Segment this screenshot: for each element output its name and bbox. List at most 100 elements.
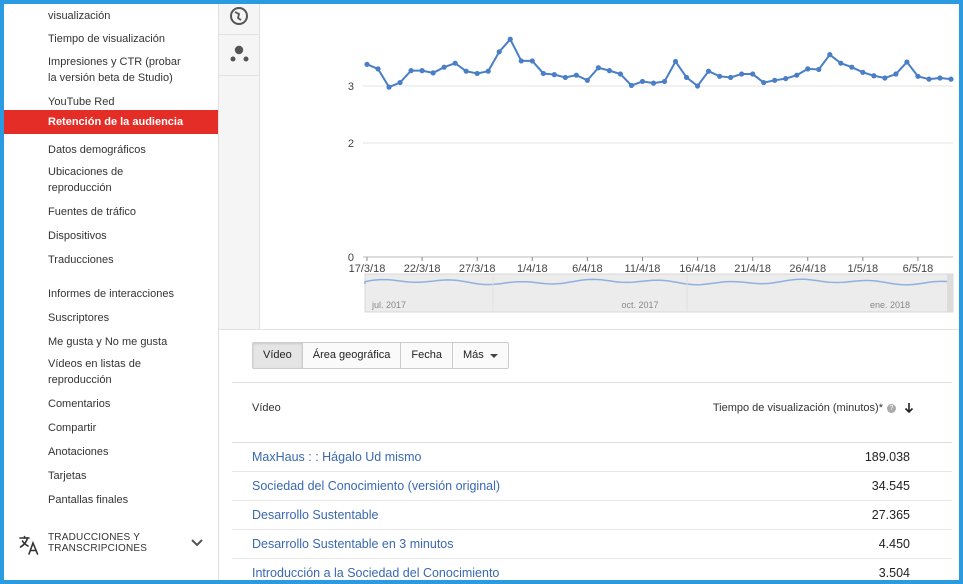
table-row: Introducción a la Sociedad del Conocimie… [232, 559, 952, 580]
data-point [617, 71, 624, 77]
column-header-watch-time[interactable]: Tiempo de visualización (minutos)* ? [713, 402, 914, 414]
sidebar-item-impressions-line2[interactable]: la versión beta de Studio) [48, 70, 198, 86]
bubble-chart-icon [230, 45, 249, 62]
sort-down-arrow-icon[interactable] [904, 402, 914, 414]
sidebar-item-sharing[interactable]: Compartir [48, 420, 198, 436]
data-point [893, 71, 899, 77]
data-point [926, 76, 932, 82]
overview-handle [947, 274, 953, 312]
data-point [661, 78, 668, 85]
sidebar-item-comments[interactable]: Comentarios [48, 396, 198, 412]
column-header-video[interactable]: Vídeo [252, 402, 281, 414]
chart-divider [219, 329, 959, 330]
data-point [904, 59, 910, 65]
translations-label-line2: TRANSCRIPCIONES [48, 543, 148, 554]
chart-tool-map[interactable] [219, 4, 259, 35]
sidebar-item-subscribers[interactable]: Suscriptores [48, 310, 198, 326]
overview-label: jul. 2017 [371, 300, 406, 310]
data-point [386, 84, 392, 90]
data-point [672, 58, 679, 65]
data-point [838, 60, 844, 66]
data-point [430, 70, 436, 76]
sidebar-item-cards[interactable]: Tarjetas [48, 468, 198, 484]
sidebar-item-devices[interactable]: Dispositivos [48, 228, 198, 244]
sidebar-item-playback-locations-line2[interactable]: reproducción [48, 180, 198, 196]
data-point [397, 79, 403, 86]
data-point [849, 64, 855, 70]
tab-date-label: Fecha [411, 349, 442, 361]
translations-section-label: TRADUCCIONES Y TRANSCRIPCIONES [48, 532, 147, 554]
table-row: MaxHaus : : Hágalo Ud mismo 189.038 [232, 443, 952, 472]
video-title-link[interactable]: MaxHaus : : Hágalo Ud mismo [252, 450, 422, 464]
video-title-link[interactable]: Desarrollo Sustentable en 3 minutos [252, 537, 454, 551]
chart-type-toolbar [219, 4, 260, 329]
data-point [705, 68, 712, 74]
video-title-link[interactable]: Introducción a la Sociedad del Conocimie… [252, 566, 499, 580]
video-title-link[interactable]: Desarrollo Sustentable [252, 508, 378, 522]
data-point [606, 68, 613, 74]
sidebar-item-playlists-line2[interactable]: reproducción [48, 372, 198, 388]
data-point [860, 69, 866, 75]
sidebar-item-watch-time[interactable]: Tiempo de visualización [48, 31, 198, 47]
data-point [948, 76, 954, 82]
watch-time-value: 27.365 [871, 508, 910, 522]
data-point [761, 79, 767, 86]
translate-icon [19, 535, 39, 555]
table-top-divider [232, 382, 952, 383]
watch-time-value: 3.504 [878, 566, 910, 580]
sidebar-item-youtube-red[interactable]: YouTube Red [48, 94, 198, 110]
app-frame: visualización Tiempo de visualización Im… [0, 0, 963, 584]
data-point [805, 66, 811, 72]
video-title-link[interactable]: Sociedad del Conocimiento (versión origi… [252, 479, 500, 493]
table-row: Sociedad del Conocimiento (versión origi… [232, 472, 952, 501]
data-point [463, 68, 469, 74]
data-point [915, 73, 921, 79]
data-point [794, 72, 800, 78]
sidebar-item-traffic-sources[interactable]: Fuentes de tráfico [48, 204, 198, 220]
data-point [496, 49, 502, 55]
data-point [474, 70, 480, 77]
chevron-down-icon[interactable] [190, 538, 204, 548]
data-point [783, 75, 789, 82]
sidebar-item-visualization[interactable]: visualización [48, 8, 198, 24]
sidebar-translations-section[interactable]: TRADUCCIONES Y TRANSCRIPCIONES [18, 532, 208, 558]
data-point [562, 74, 568, 81]
sidebar-item-playlists-line1[interactable]: Vídeos en listas de [48, 356, 198, 372]
data-point [584, 77, 590, 83]
data-point [739, 71, 745, 77]
sidebar-item-playback-locations-line1[interactable]: Ubicaciones de [48, 164, 198, 180]
table-row: Desarrollo Sustentable 27.365 [232, 501, 952, 530]
data-point [937, 75, 943, 81]
tab-more-dropdown[interactable]: Más [452, 342, 509, 369]
sidebar-item-impressions-line1[interactable]: Impresiones y CTR (probar [48, 54, 198, 70]
x-tick-label: 11/4/18 [625, 263, 661, 275]
tab-geography-label: Área geográfica [312, 349, 391, 361]
data-point [717, 73, 723, 79]
overview-label: oct. 2017 [621, 300, 658, 310]
line-chart: 3 2 0 17/3/18 22/3/18 27/3/18 1/4/18 6/4/18 11/4… [259, 4, 959, 329]
help-icon[interactable]: ? [887, 403, 896, 413]
sidebar-item-likes[interactable]: Me gusta y No me gusta [48, 334, 198, 350]
sidebar-item-demographics[interactable]: Datos demográficos [48, 142, 198, 158]
sidebar-item-audience-retention[interactable]: Retención de la audiencia [4, 110, 218, 134]
sidebar-item-translations[interactable]: Traducciones [48, 252, 198, 268]
y-tick-label: 2 [348, 138, 354, 150]
data-point [650, 80, 657, 86]
data-point [683, 74, 690, 81]
tab-geography[interactable]: Área geográfica [301, 342, 402, 369]
x-tick-label: 17/3/18 [349, 263, 386, 275]
tab-video[interactable]: Vídeo [252, 342, 303, 369]
globe-icon [230, 7, 248, 25]
sidebar-item-annotations[interactable]: Anotaciones [48, 444, 198, 460]
data-point [772, 77, 778, 83]
chart-tool-bubble[interactable] [219, 35, 259, 76]
data-point [375, 66, 381, 72]
x-tick-label: 6/4/18 [572, 263, 603, 275]
overview-label: ene. 2018 [870, 300, 910, 310]
tab-date[interactable]: Fecha [400, 342, 453, 369]
data-point [452, 60, 458, 66]
data-point [573, 72, 579, 78]
sidebar-item-end-screens[interactable]: Pantallas finales [48, 492, 198, 508]
sidebar-section-interactions[interactable]: Informes de interacciones [48, 286, 198, 302]
data-point [750, 71, 756, 77]
